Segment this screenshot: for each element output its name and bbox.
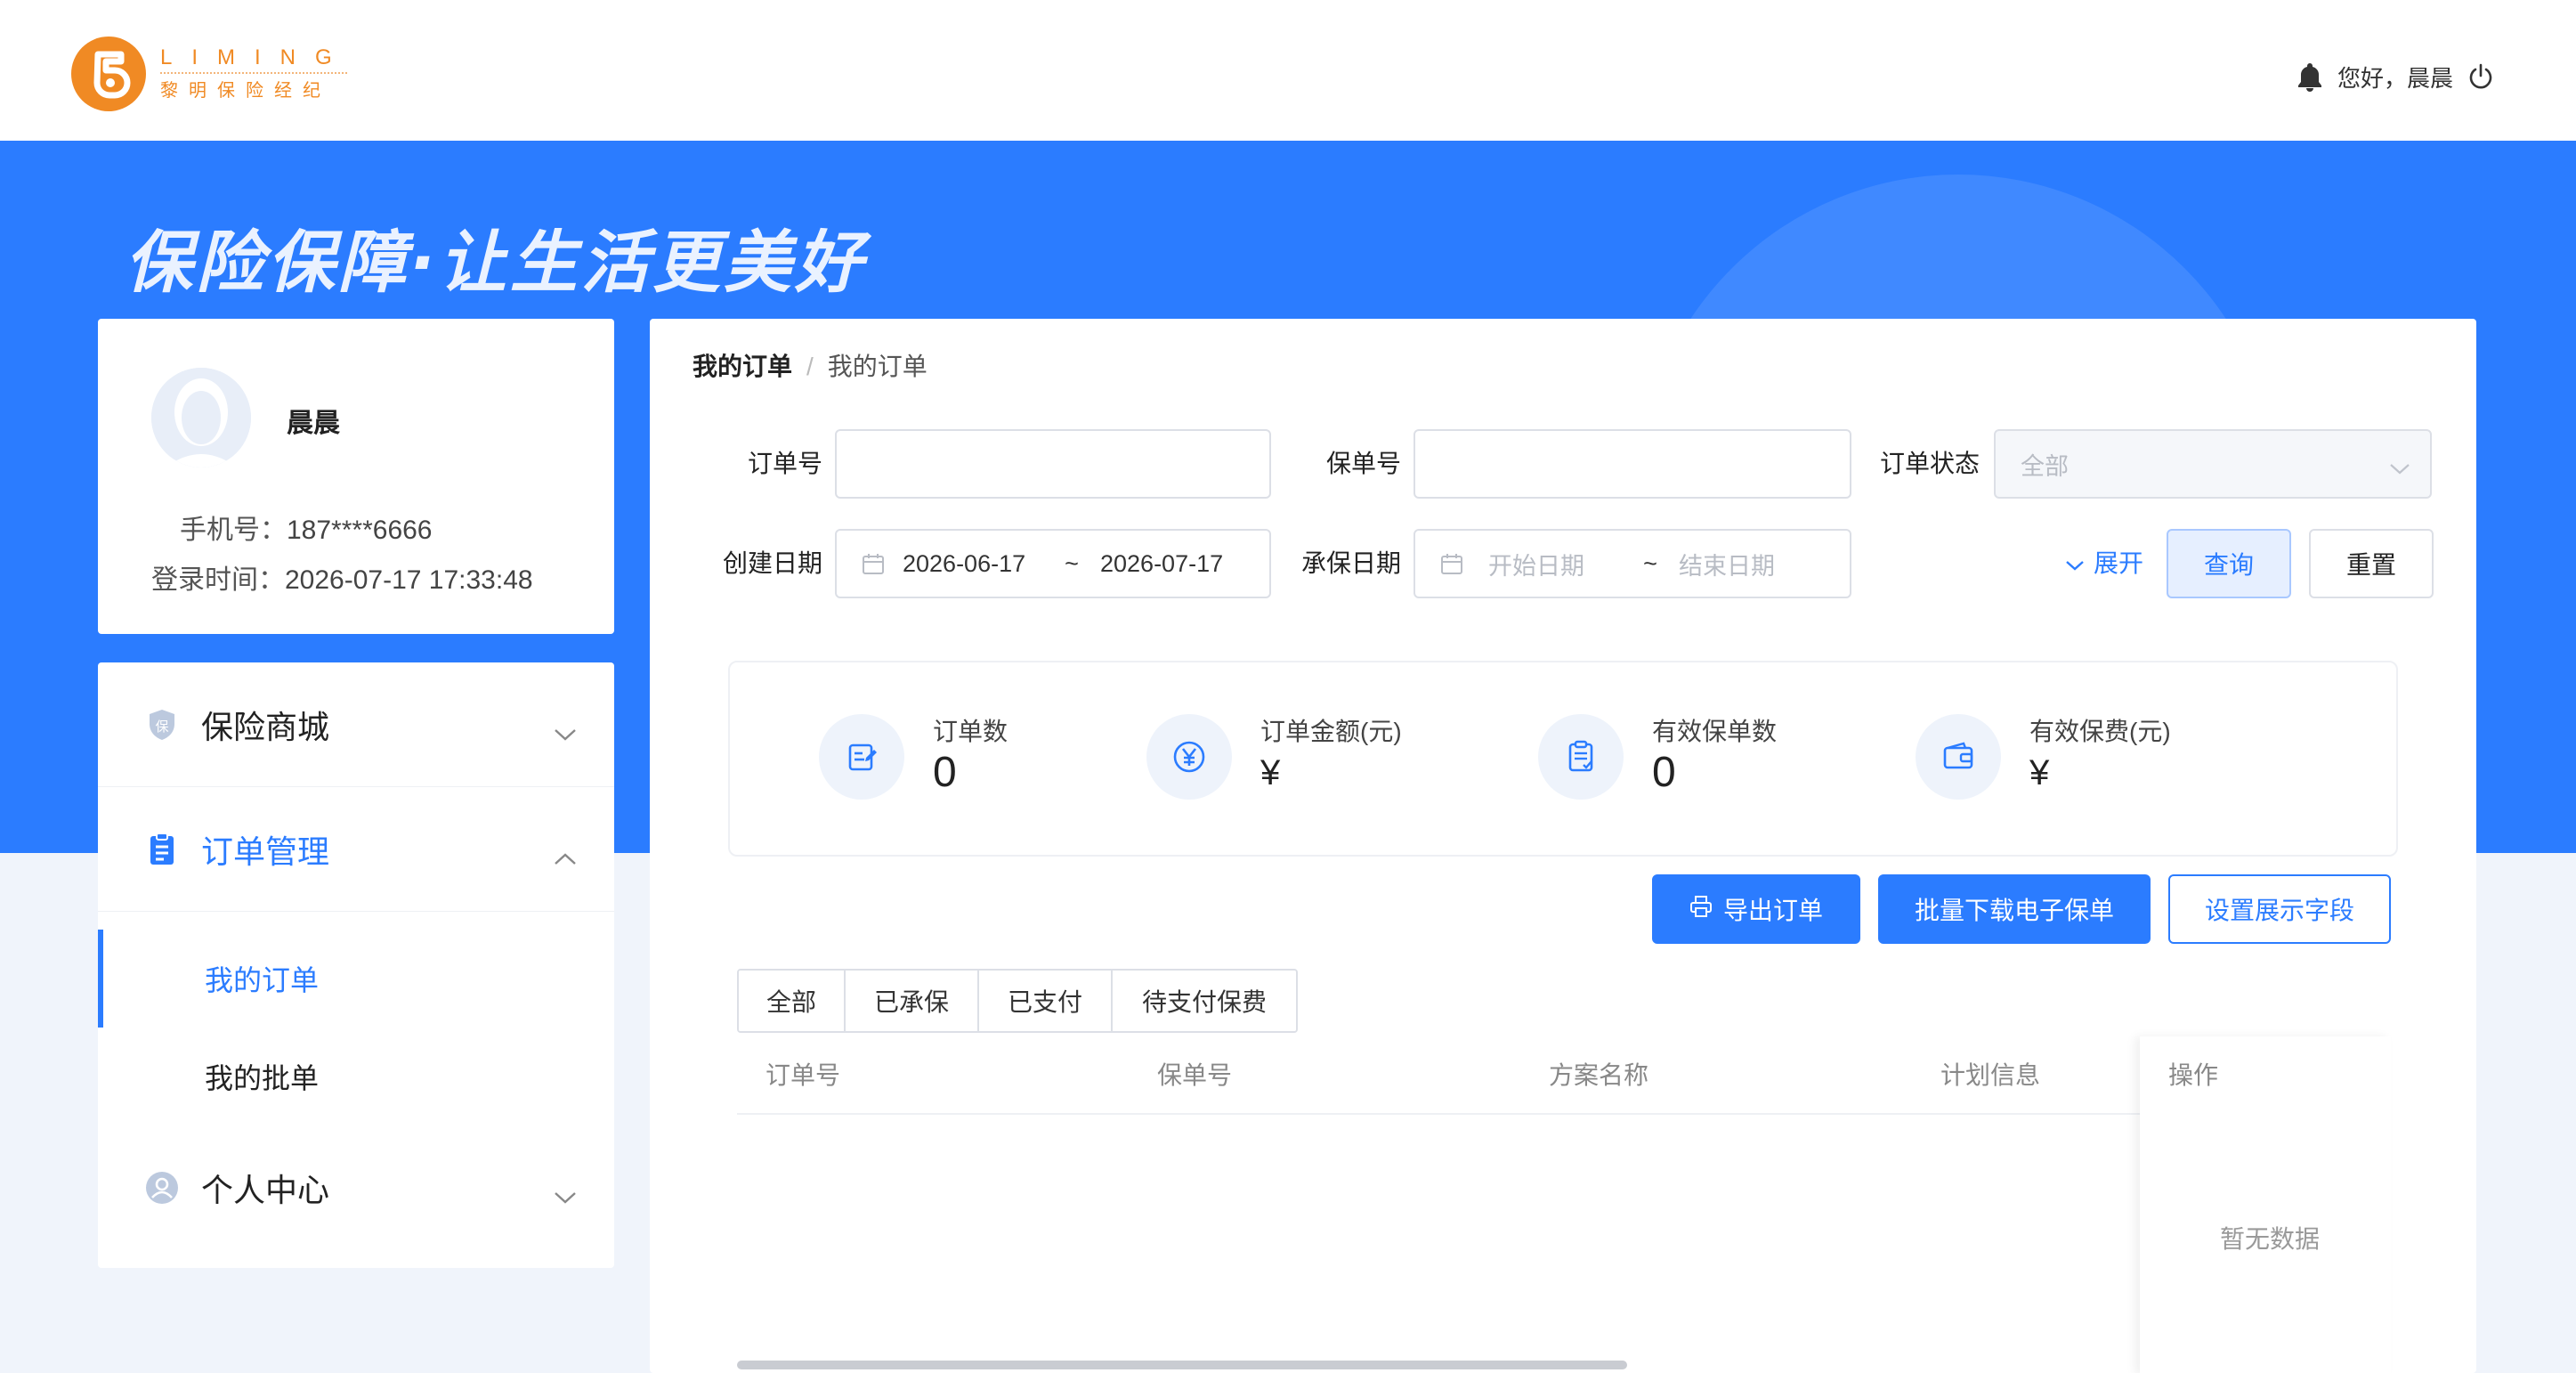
- bell-icon[interactable]: [2297, 61, 2323, 92]
- column-order-no: 订单号: [766, 1061, 841, 1089]
- clipboard-icon: [144, 832, 180, 867]
- create-date-range[interactable]: 2026-06-17 ~ 2026-07-17: [835, 529, 1271, 598]
- breadcrumb-root[interactable]: 我的订单: [693, 353, 792, 380]
- menu-label-personal-center: 个人中心: [201, 1172, 330, 1208]
- column-plan-name: 方案名称: [1549, 1061, 1649, 1089]
- column-actions: 操作: [2168, 1061, 2219, 1089]
- underwrite-date-start[interactable]: 开始日期: [1481, 547, 1632, 581]
- date-separator: ~: [1643, 549, 1657, 577]
- stat-label: 订单数: [933, 718, 1009, 745]
- underwrite-date-range[interactable]: 开始日期 ~ 结束日期: [1414, 529, 1851, 598]
- underwrite-date-end[interactable]: 结束日期: [1679, 547, 1830, 581]
- expand-label: 展开: [2094, 549, 2144, 577]
- logo-divider: [160, 72, 347, 76]
- order-status-value: 全部: [2021, 452, 2069, 480]
- create-date-label: 创建日期: [722, 549, 822, 577]
- login-time-value: 2026-07-17 17:33:48: [285, 565, 533, 595]
- order-no-input[interactable]: [835, 429, 1271, 499]
- login-time-label: 登录时间：: [151, 565, 285, 595]
- stat-label: 有效保单数: [1652, 718, 1778, 745]
- tab-underwritten[interactable]: 已承保: [846, 971, 979, 1031]
- query-button[interactable]: 查询: [2167, 529, 2291, 598]
- stat-label: 订单金额(元): [1260, 718, 1402, 745]
- stats-panel: 订单数 0 订单金额(元) ¥ 有效保单数 0 有效保费(元) ¥: [728, 661, 2398, 857]
- chevron-down-icon: [554, 712, 577, 750]
- empty-state-text: 暂无数据: [2220, 1225, 2321, 1253]
- banner-slogan: 保险保障·让生活更美好: [125, 223, 866, 302]
- export-orders-button[interactable]: 导出订单: [1652, 874, 1860, 944]
- yuan-icon: [1146, 714, 1232, 800]
- policy-doc-icon: [1538, 714, 1624, 800]
- phone-label: 手机号：: [180, 516, 287, 545]
- stat-value: ¥: [1260, 753, 1281, 792]
- tab-pending-payment[interactable]: 待支付保费: [1113, 971, 1296, 1031]
- greeting-text: 您好，晨晨: [2337, 64, 2453, 92]
- profile-name: 晨晨: [287, 409, 340, 438]
- create-date-start[interactable]: 2026-06-17: [903, 550, 1054, 578]
- user-area: 您好，晨晨: [2297, 59, 2494, 94]
- chevron-down-icon: [2065, 529, 2085, 598]
- set-display-fields-button[interactable]: 设置展示字段: [2168, 874, 2391, 944]
- power-icon[interactable]: [2467, 63, 2494, 90]
- batch-download-policies-button[interactable]: 批量下载电子保单: [1878, 874, 2151, 944]
- calendar-icon: [862, 552, 885, 575]
- order-status-select[interactable]: 全部: [1994, 429, 2432, 499]
- top-header: LIMING 黎明保险经纪 您好，晨晨: [0, 0, 2576, 141]
- shield-icon: 保: [144, 707, 180, 743]
- menu-item-personal-center[interactable]: 个人中心: [98, 1125, 614, 1250]
- tab-paid[interactable]: 已支付: [979, 971, 1113, 1031]
- create-date-end[interactable]: 2026-07-17: [1100, 550, 1252, 578]
- printer-icon: [1689, 895, 1713, 924]
- logo-mark-icon: [71, 37, 146, 111]
- phone-value: 187****6666: [287, 516, 433, 545]
- chevron-up-icon: [554, 837, 577, 874]
- breadcrumb-current: 我的订单: [827, 353, 928, 380]
- profile-card: 晨晨 手机号：187****6666 登录时间：2026-07-17 17:33…: [98, 319, 614, 634]
- profile-phone-row: 手机号：187****6666: [180, 508, 433, 547]
- wallet-icon: [1916, 714, 2001, 800]
- column-policy-no: 保单号: [1157, 1061, 1233, 1089]
- date-separator: ~: [1065, 549, 1079, 577]
- avatar: [151, 368, 251, 467]
- tab-all[interactable]: 全部: [739, 971, 846, 1031]
- user-icon: [144, 1170, 180, 1206]
- submenu-item-my-endorsements[interactable]: 我的批单: [98, 1028, 614, 1125]
- stat-value: 0: [1652, 749, 1676, 796]
- breadcrumb-separator: /: [806, 353, 814, 380]
- order-status-tabs: 全部 已承保 已支付 待支付保费: [737, 969, 1298, 1033]
- underwrite-date-label: 承保日期: [1300, 549, 1401, 577]
- breadcrumb: 我的订单 / 我的订单: [693, 347, 928, 383]
- chevron-down-icon: [2389, 454, 2410, 482]
- svg-text:保: 保: [155, 719, 168, 735]
- fixed-actions-column: 操作: [2140, 1036, 2391, 1373]
- reset-button[interactable]: 重置: [2309, 529, 2434, 598]
- logo-english: LIMING: [160, 45, 352, 69]
- company-logo[interactable]: LIMING 黎明保险经纪: [71, 34, 352, 114]
- side-menu: 保 保险商城 订单管理 我的订单 我的批单 个人中心: [98, 662, 614, 1268]
- chevron-down-icon: [554, 1175, 577, 1213]
- horizontal-scrollbar[interactable]: [737, 1361, 1627, 1369]
- profile-login-row: 登录时间：2026-07-17 17:33:48: [151, 557, 533, 597]
- submenu-item-my-orders[interactable]: 我的订单: [98, 930, 614, 1028]
- order-no-label: 订单号: [747, 450, 822, 477]
- expand-filters-button[interactable]: 展开: [2065, 529, 2143, 598]
- menu-label-insurance-mall: 保险商城: [201, 708, 330, 745]
- policy-no-label: 保单号: [1325, 450, 1401, 477]
- menu-item-order-management[interactable]: 订单管理: [98, 787, 614, 912]
- policy-no-input[interactable]: [1414, 429, 1851, 499]
- stat-value: ¥: [2029, 753, 2050, 792]
- main-panel: 我的订单 / 我的订单 订单号 保单号 订单状态 全部 创建日期 2026-06-1…: [650, 319, 2476, 1373]
- order-status-label: 订单状态: [1879, 450, 1980, 477]
- menu-label-order-management: 订单管理: [201, 833, 330, 870]
- menu-item-insurance-mall[interactable]: 保 保险商城: [98, 662, 614, 787]
- stat-label: 有效保费(元): [2029, 718, 2171, 745]
- calendar-icon: [1440, 552, 1463, 575]
- stat-value: 0: [933, 749, 957, 796]
- order-edit-icon: [819, 714, 904, 800]
- export-orders-label: 导出订单: [1722, 897, 1823, 924]
- logo-chinese: 黎明保险经纪: [160, 81, 331, 101]
- column-plan-info: 计划信息: [1940, 1061, 2041, 1089]
